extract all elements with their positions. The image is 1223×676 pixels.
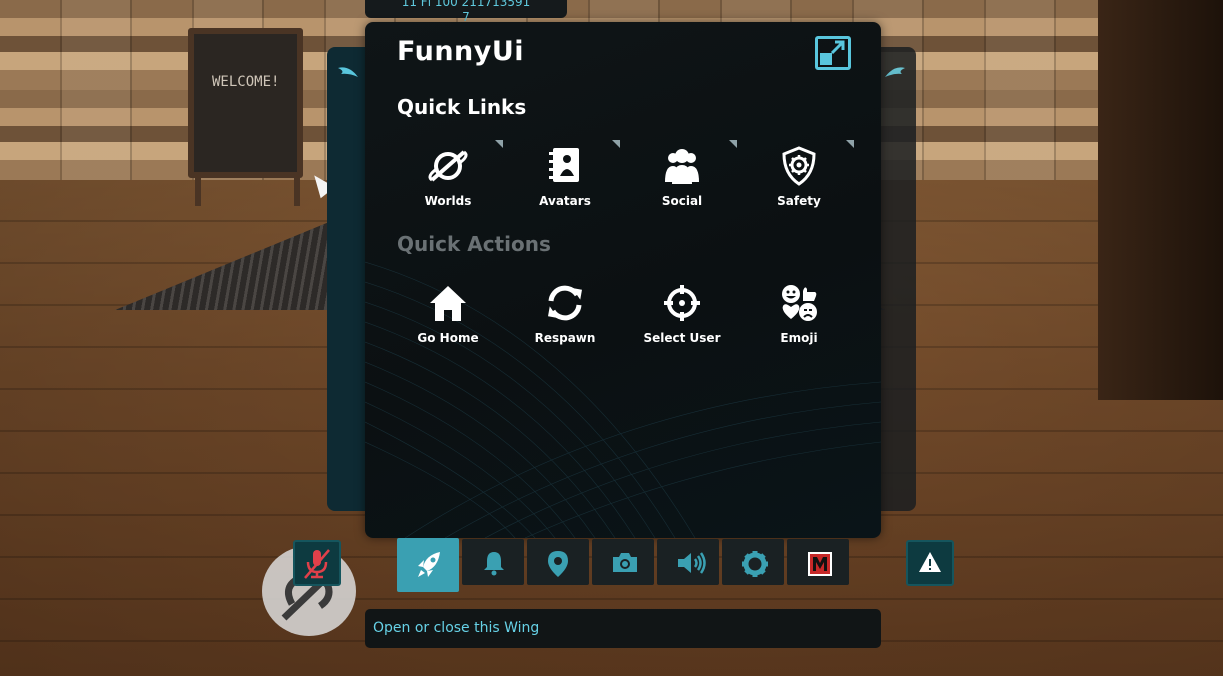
mute-microphone-button[interactable] [293, 540, 341, 586]
performance-stats-strip: 11 Fl 100 211713591 7 [365, 0, 567, 24]
stats-line-1: 11 Fl 100 211713591 [401, 0, 531, 9]
planet-icon [428, 150, 468, 182]
expand-button[interactable] [815, 36, 851, 70]
emoji-icon [782, 285, 817, 321]
rocket-icon [418, 552, 440, 577]
tile-label: Emoji [780, 331, 818, 345]
dark-wall-corner [1098, 0, 1223, 400]
tile-label: Select User [643, 331, 721, 345]
quick-actions-title: Quick Actions [397, 232, 551, 256]
tile-worlds[interactable]: Worlds [393, 140, 503, 224]
toolbar-launch-pad-button[interactable] [397, 538, 459, 592]
m-logo-icon [808, 552, 832, 576]
microphone-muted-icon [304, 549, 330, 579]
respawn-icon [548, 285, 582, 321]
tile-label: Respawn [534, 331, 596, 345]
toolbar-audio-button[interactable] [657, 539, 719, 585]
tile-respawn[interactable]: Respawn [510, 281, 620, 361]
toolbar-settings-button[interactable] [722, 539, 784, 585]
expand-icon [820, 40, 845, 65]
toolbar-location-button[interactable] [527, 539, 589, 585]
tile-label: Safety [777, 194, 821, 208]
tile-corner-marker [495, 140, 503, 148]
toolbar-camera-button[interactable] [592, 539, 654, 585]
sign-leg [294, 172, 300, 206]
shield-gear-icon [782, 146, 816, 186]
tooltip-bar: Open or close this Wing [365, 609, 881, 648]
toolbar-mod-menu-button[interactable] [787, 539, 849, 585]
camera-icon [613, 553, 637, 572]
tile-emoji[interactable]: Emoji [744, 281, 854, 361]
avatar-book-icon [549, 148, 579, 182]
welcome-sign-text: WELCOME! [212, 74, 280, 90]
tile-corner-marker [612, 140, 620, 148]
sign-leg [195, 172, 201, 206]
people-icon [665, 149, 699, 184]
tile-label: Social [661, 194, 703, 208]
warning-triangle-icon [919, 552, 941, 572]
tile-safety[interactable]: Safety [744, 140, 854, 224]
location-pin-icon [548, 551, 568, 577]
toolbar-notifications-button[interactable] [462, 539, 524, 585]
welcome-sign: WELCOME! [188, 28, 303, 178]
quick-links-title: Quick Links [397, 95, 527, 119]
wing-right-icon [885, 67, 905, 77]
gear-icon [742, 551, 768, 577]
speaker-icon [678, 552, 706, 574]
tooltip-text: Open or close this Wing [373, 620, 540, 636]
tile-go-home[interactable]: Go Home [393, 281, 503, 361]
panel-title: FunnyUi [397, 36, 525, 67]
tile-select-user[interactable]: Select User [627, 281, 737, 361]
tile-corner-marker [846, 140, 854, 148]
quick-menu-panel: FunnyUi Quick Links Worlds Avatars Socia… [365, 22, 881, 538]
tile-social[interactable]: Social [627, 140, 737, 224]
tile-corner-marker [729, 140, 737, 148]
home-icon [430, 286, 466, 321]
crosshair-icon [664, 285, 700, 321]
bell-icon [484, 552, 504, 576]
safety-warning-button[interactable] [906, 540, 954, 586]
tile-label: Avatars [539, 194, 591, 208]
tile-label: Go Home [417, 331, 479, 345]
wing-left-icon [338, 67, 358, 77]
tile-avatars[interactable]: Avatars [510, 140, 620, 224]
tile-label: Worlds [424, 194, 472, 208]
